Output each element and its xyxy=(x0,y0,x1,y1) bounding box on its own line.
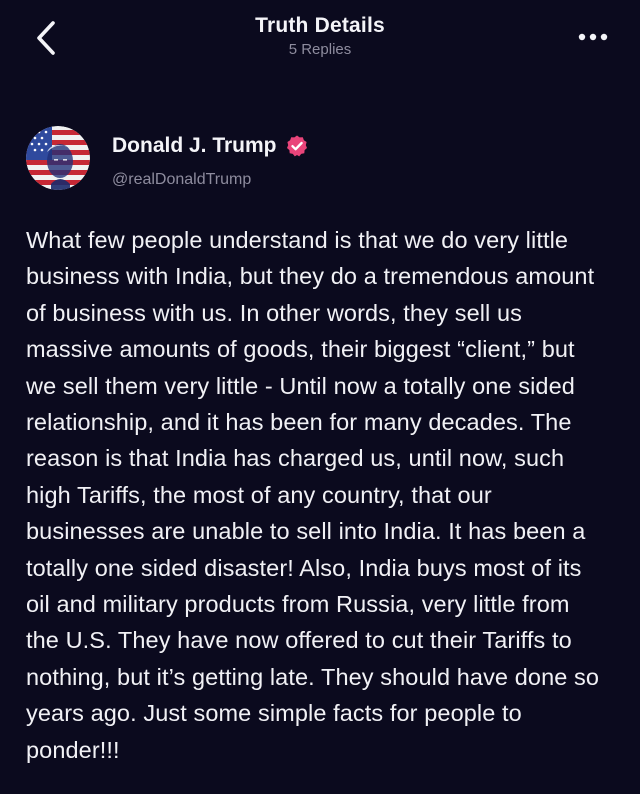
author-block: Donald J. Trump @realDonaldTrump xyxy=(26,126,586,194)
avatar[interactable] xyxy=(26,126,90,190)
author-handle[interactable]: @realDonaldTrump xyxy=(112,171,251,189)
verified-badge-icon xyxy=(285,134,309,158)
page-title: Truth Details xyxy=(255,14,385,37)
author-name[interactable]: Donald J. Trump xyxy=(112,134,277,158)
truth-details-screen: Truth Details 5 Replies Donald J. Trump … xyxy=(0,0,640,794)
more-options-button[interactable] xyxy=(576,24,610,50)
replies-count[interactable]: 5 Replies xyxy=(170,41,470,58)
more-horizontal-icon xyxy=(578,33,608,41)
back-button[interactable] xyxy=(28,18,64,58)
chevron-left-icon xyxy=(37,21,55,55)
header-center: Truth Details 5 Replies xyxy=(170,14,470,58)
flag-portrait-avatar-image xyxy=(26,126,90,190)
top-bar: Truth Details 5 Replies xyxy=(0,0,640,80)
author-name-row: Donald J. Trump xyxy=(112,134,309,158)
post-text: What few people understand is that we do… xyxy=(26,227,600,763)
